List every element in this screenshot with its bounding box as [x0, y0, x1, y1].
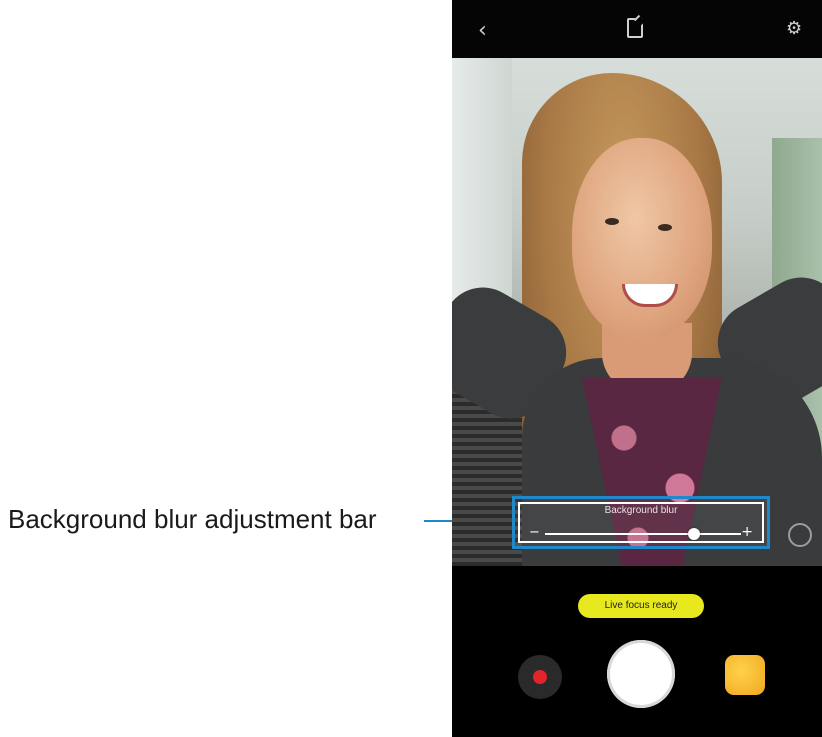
camera-top-bar: ‹ ⚙: [452, 0, 822, 58]
record-dot-icon: [533, 670, 547, 684]
plus-icon[interactable]: +: [741, 524, 753, 540]
subject-eye-right: [658, 224, 672, 231]
blur-bar-label: Background blur: [604, 505, 678, 516]
phone-screen: ‹ ⚙ Background blur − + Live focus ready: [452, 0, 822, 737]
camera-controls: Live focus ready: [452, 566, 822, 737]
timer-icon[interactable]: [788, 523, 812, 547]
live-focus-mode-icon[interactable]: [627, 18, 643, 38]
background-blur-adjustment-bar[interactable]: Background blur − +: [512, 496, 770, 549]
status-badge: Live focus ready: [578, 594, 704, 618]
blur-slider-track[interactable]: [545, 533, 741, 535]
back-icon[interactable]: ‹: [478, 18, 487, 43]
callout-label: Background blur adjustment bar: [8, 504, 377, 534]
gear-icon[interactable]: ⚙: [786, 18, 802, 39]
minus-icon[interactable]: −: [529, 525, 540, 540]
camera-viewfinder[interactable]: Background blur − +: [452, 58, 822, 566]
subject-eye-left: [605, 218, 619, 225]
gallery-thumbnail[interactable]: [725, 655, 765, 695]
record-video-button[interactable]: [518, 655, 562, 699]
shutter-button[interactable]: [607, 640, 675, 708]
subject-face: [572, 138, 712, 338]
blur-slider-thumb[interactable]: [687, 528, 700, 540]
